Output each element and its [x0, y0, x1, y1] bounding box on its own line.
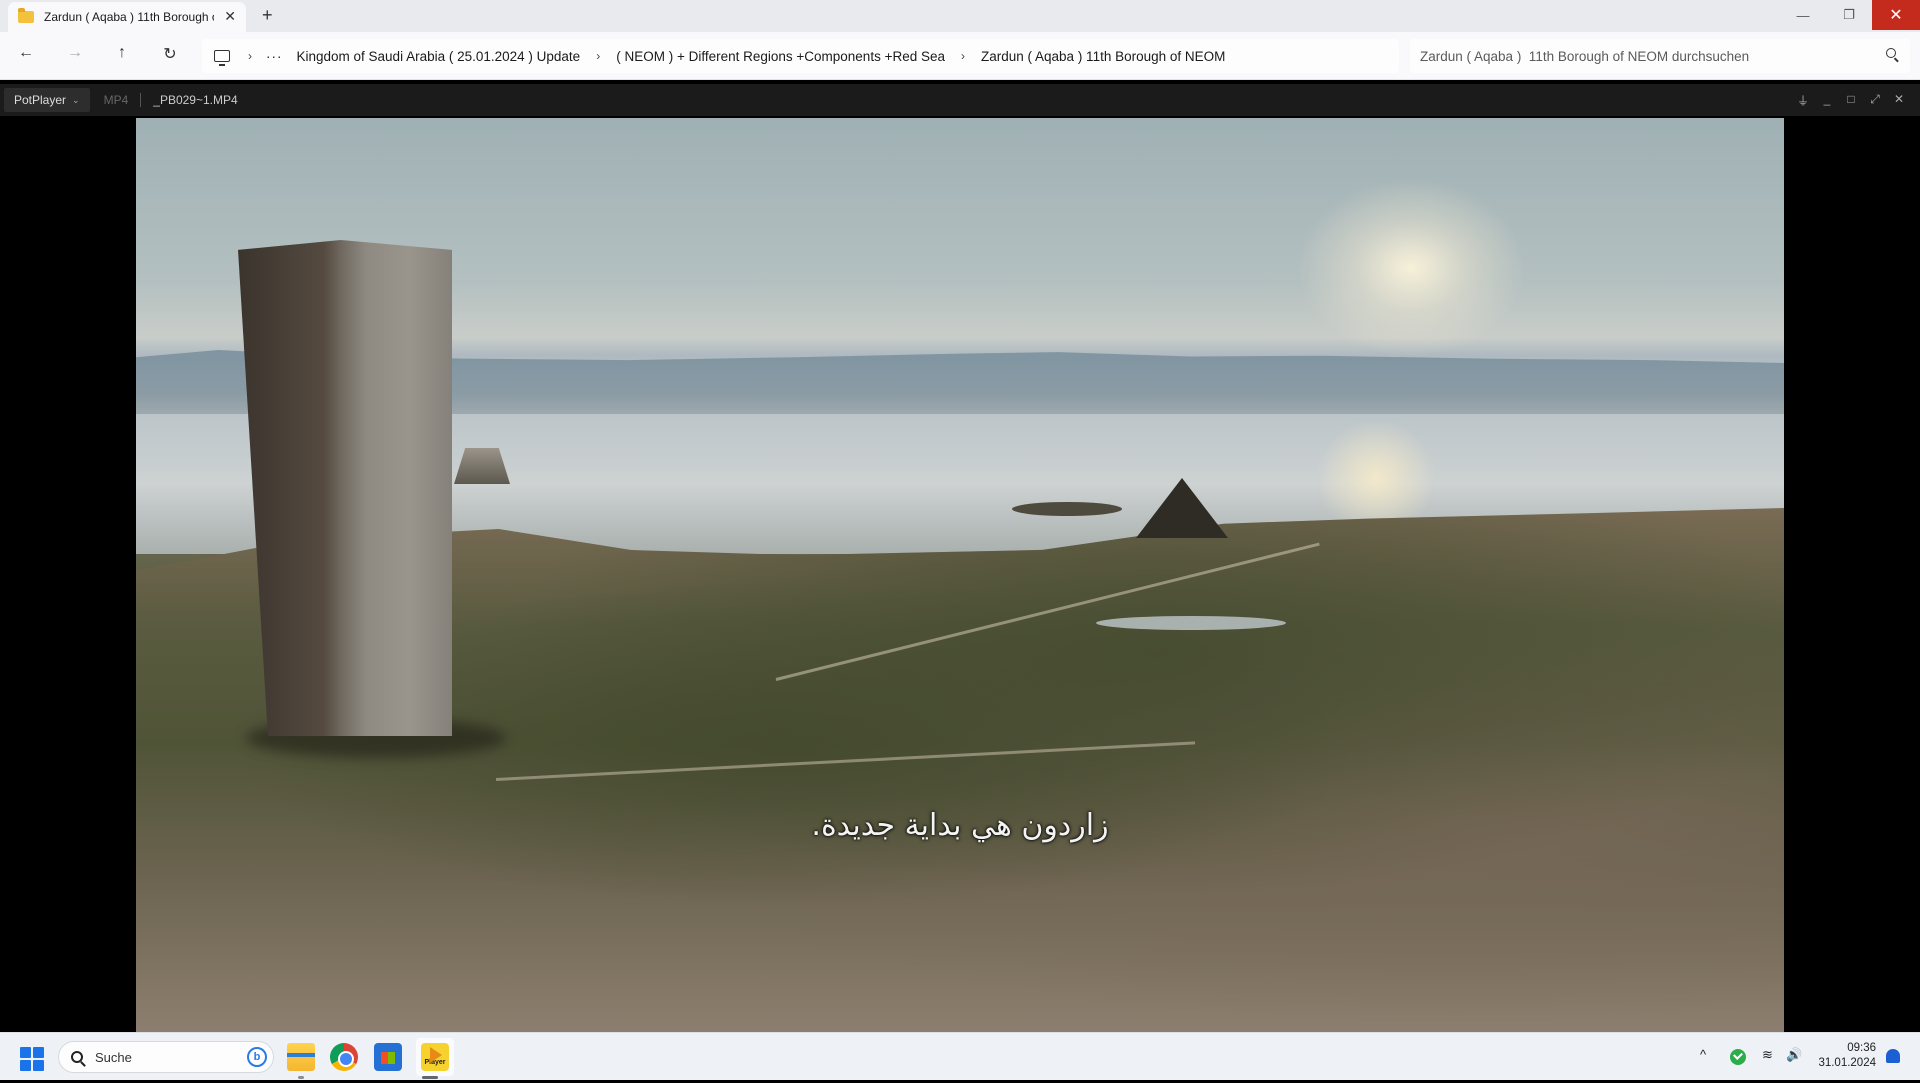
active-app-indicator	[422, 1076, 438, 1079]
chrome-icon[interactable]	[330, 1043, 358, 1071]
windows-logo-tile	[33, 1047, 44, 1058]
forward-button[interactable]: →	[63, 44, 87, 62]
windows-logo-tile	[33, 1060, 44, 1071]
file-explorer-icon[interactable]	[287, 1043, 315, 1071]
header-divider	[140, 93, 142, 107]
taskbar-search-label: Suche	[95, 1049, 132, 1065]
video-subtitle: زاردون هي بداية جديدة.	[811, 808, 1109, 843]
up-button[interactable]: ↑	[110, 44, 134, 62]
explorer-tab[interactable]: Zardun ( Aqaba ) 11th Borough of NEOM ✕	[8, 2, 246, 32]
player-close-button[interactable]: ✕	[1891, 92, 1907, 106]
windows-logo-tile	[20, 1060, 31, 1071]
wifi-icon[interactable]: ≋	[1762, 1047, 1773, 1063]
video-island	[1012, 502, 1122, 516]
clock-time: 09:36	[1847, 1042, 1876, 1054]
explorer-title-bar: Zardun ( Aqaba ) 11th Borough of NEOM ✕ …	[0, 0, 1920, 32]
security-shield-icon[interactable]	[1730, 1049, 1746, 1065]
taskbar: Suche b Player ^ ≋ 🔊 09:36 31.01.2024	[0, 1032, 1920, 1080]
breadcrumb-more-button[interactable]: ···	[266, 49, 283, 64]
breadcrumb-item-saudi-arabia[interactable]: Kingdom of Saudi Arabia ( 25.01.2024 ) U…	[297, 49, 581, 64]
player-maximize-button[interactable]: □	[1843, 92, 1859, 106]
video-frame[interactable]: زاردون هي بداية جديدة.	[136, 118, 1784, 1032]
potplayer-header: PotPlayer ⌄ MP4 _PB029~1.MP4 ⏚ _ □ ⤢ ✕	[0, 84, 1920, 116]
pin-icon[interactable]: ⏚	[1795, 92, 1811, 109]
search-icon	[71, 1051, 83, 1063]
breadcrumb-separator[interactable]: ›	[248, 49, 252, 63]
folder-search-box[interactable]	[1410, 39, 1910, 73]
potplayer-window: PotPlayer ⌄ MP4 _PB029~1.MP4 ⏚ _ □ ⤢ ✕ ز…	[0, 84, 1920, 1032]
window-minimize-button[interactable]: —	[1780, 0, 1826, 30]
search-icon[interactable]	[1886, 48, 1896, 58]
tray-chevron-up-icon[interactable]: ^	[1700, 1047, 1706, 1062]
microsoft-store-icon[interactable]	[374, 1043, 402, 1071]
breadcrumb-separator[interactable]: ›	[961, 49, 965, 63]
breadcrumb-item-zardun[interactable]: Zardun ( Aqaba ) 11th Borough of NEOM	[981, 49, 1225, 64]
folder-search-input[interactable]	[1420, 48, 1860, 64]
breadcrumb-separator[interactable]: ›	[596, 49, 600, 63]
folder-icon	[18, 8, 34, 23]
file-name-label: _PB029~1.MP4	[153, 93, 238, 107]
window-maximize-button[interactable]: ❐	[1826, 0, 1872, 30]
player-fullscreen-button[interactable]: ⤢	[1867, 92, 1883, 107]
new-tab-button[interactable]: +	[262, 5, 273, 26]
taskbar-search-box[interactable]: Suche b	[58, 1041, 274, 1073]
address-bar: ← → ↑ ↻ › ··· Kingdom of Saudi Arabia ( …	[0, 32, 1920, 80]
bing-icon[interactable]: b	[247, 1047, 267, 1067]
computer-icon[interactable]	[214, 50, 230, 66]
potplayer-brand-label: PotPlayer	[14, 93, 67, 107]
player-minimize-button[interactable]: _	[1819, 92, 1835, 106]
video-sun	[1296, 178, 1526, 358]
breadcrumb[interactable]: › ··· Kingdom of Saudi Arabia ( 25.01.20…	[202, 39, 1399, 73]
breadcrumb-item-neom[interactable]: ( NEOM ) + Different Regions +Components…	[616, 49, 945, 64]
potplayer-icon: Player	[421, 1043, 449, 1071]
clock-date: 31.01.2024	[1818, 1057, 1876, 1069]
chevron-down-icon: ⌄	[72, 94, 80, 105]
potplayer-menu-button[interactable]: PotPlayer ⌄	[4, 88, 90, 112]
potplayer-taskbar-button[interactable]: Player	[416, 1038, 454, 1076]
video-pond	[1096, 616, 1286, 630]
notification-bell-icon[interactable]	[1886, 1049, 1900, 1063]
file-format-label: MP4	[103, 93, 129, 107]
tab-title: Zardun ( Aqaba ) 11th Borough of NEOM	[44, 10, 214, 24]
window-close-button[interactable]: ✕	[1872, 0, 1920, 30]
back-button[interactable]: ←	[14, 44, 38, 62]
tab-close-button[interactable]: ✕	[224, 8, 236, 25]
clock[interactable]: 09:36 31.01.2024	[1796, 1041, 1876, 1071]
windows-start-button[interactable]	[20, 1047, 44, 1071]
windows-logo-tile	[20, 1047, 31, 1058]
refresh-button[interactable]: ↻	[158, 44, 182, 64]
running-indicator	[298, 1076, 304, 1079]
video-monolith-tower	[238, 240, 452, 736]
